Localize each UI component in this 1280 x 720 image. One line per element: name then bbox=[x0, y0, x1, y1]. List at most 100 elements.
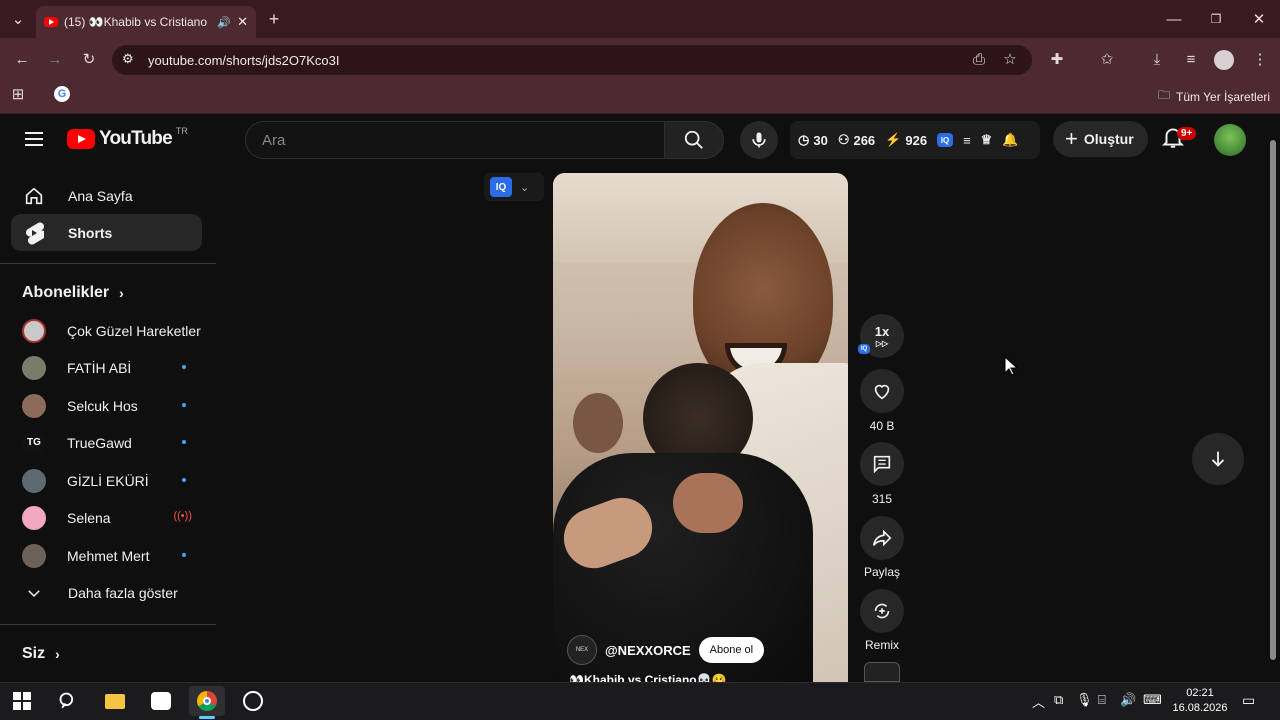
show-more-button[interactable]: Daha fazla göster bbox=[11, 574, 202, 611]
microphone-icon[interactable]: 🎙 bbox=[1076, 692, 1093, 708]
file-explorer-icon[interactable] bbox=[97, 686, 133, 716]
tray-app-icon[interactable]: ⧉ bbox=[1054, 692, 1063, 708]
channel-avatar bbox=[22, 393, 46, 418]
audio-source-thumbnail[interactable] bbox=[864, 662, 900, 682]
network-icon[interactable]: ⌸ bbox=[1098, 692, 1106, 708]
clock[interactable]: 02:21 16.08.2026 bbox=[1172, 686, 1228, 716]
reload-icon[interactable]: ↻ bbox=[77, 47, 101, 71]
account-avatar[interactable] bbox=[1214, 124, 1246, 156]
bookmark-star-icon[interactable]: ☆ bbox=[998, 47, 1022, 71]
restore-icon[interactable]: ❐ bbox=[1204, 7, 1228, 31]
chevron-right-icon: › bbox=[55, 646, 60, 662]
iq-extension-dropdown[interactable]: IQ ⌄ bbox=[484, 173, 544, 201]
search-input[interactable]: Ara bbox=[245, 121, 665, 159]
remix-button[interactable] bbox=[860, 589, 904, 633]
search-button[interactable] bbox=[664, 121, 724, 159]
active-app-indicator bbox=[199, 716, 215, 719]
keyboard-icon[interactable]: ⌨ bbox=[1143, 692, 1162, 708]
volume-icon[interactable]: 🔊 bbox=[1120, 692, 1136, 708]
create-label: Oluştur bbox=[1083, 131, 1134, 147]
next-short-button[interactable] bbox=[1192, 433, 1244, 485]
subscription-item[interactable]: Mehmet Mert bbox=[11, 537, 202, 574]
subscription-name: GİZLİ EKÜRİ bbox=[67, 472, 149, 489]
channel-avatar[interactable]: NEX bbox=[567, 635, 597, 665]
site-info-icon[interactable]: ⚙ bbox=[122, 51, 134, 67]
back-icon[interactable]: ← bbox=[10, 47, 34, 71]
tab-search-icon[interactable]: ⌄ bbox=[6, 7, 30, 31]
chevron-down-icon bbox=[22, 581, 46, 605]
subscription-item[interactable]: Selena ((•)) bbox=[11, 499, 202, 536]
comments-button[interactable] bbox=[860, 442, 904, 486]
subscriptions-header[interactable]: Abonelikler › bbox=[22, 284, 124, 302]
address-bar[interactable]: ⚙ youtube.com/shorts/jds2O7Kco3I bbox=[112, 45, 1032, 75]
notification-center-icon[interactable]: ▭ bbox=[1242, 692, 1255, 709]
channel-avatar bbox=[22, 318, 46, 343]
hamburger-menu-icon[interactable] bbox=[22, 127, 46, 151]
extensions-icon[interactable]: ✚ bbox=[1045, 47, 1069, 71]
clock-time: 02:21 bbox=[1186, 687, 1214, 699]
obs-icon[interactable] bbox=[235, 686, 271, 716]
scrollbar-thumb[interactable] bbox=[1270, 140, 1276, 660]
channel-avatar bbox=[22, 543, 46, 568]
youtube-logo-icon bbox=[67, 129, 95, 149]
you-header[interactable]: Siz › bbox=[22, 645, 60, 663]
install-app-icon[interactable]: ⎙ bbox=[967, 47, 991, 71]
forward-icon[interactable]: → bbox=[43, 47, 67, 71]
comment-count: 315 bbox=[871, 492, 893, 506]
live-icon: ((•)) bbox=[173, 510, 192, 522]
subscription-item[interactable]: TG TrueGawd bbox=[11, 424, 202, 461]
iq-mini-icon: IQ bbox=[858, 344, 870, 354]
close-icon[interactable]: ✕ bbox=[1247, 7, 1271, 31]
apps-grid-icon[interactable]: ⊞ bbox=[6, 82, 30, 106]
subscription-item[interactable]: Çok Güzel Hareketler bbox=[11, 312, 202, 349]
app-icon[interactable] bbox=[143, 686, 179, 716]
logo-text: YouTube bbox=[99, 128, 173, 149]
subscription-item[interactable]: GİZLİ EKÜRİ bbox=[11, 462, 202, 499]
bell-alert-icon[interactable]: 🔔 bbox=[1002, 132, 1018, 148]
create-button[interactable]: + Oluştur bbox=[1053, 121, 1148, 157]
subscribe-button[interactable]: Abone ol bbox=[698, 637, 765, 663]
logo-region: TR bbox=[175, 126, 188, 136]
iq-extension-icon[interactable]: IQ bbox=[937, 133, 954, 147]
short-caption: 👀Khabib vs Cristiano💀🥴 bbox=[569, 673, 727, 682]
channel-handle[interactable]: @NEXXORCE bbox=[605, 643, 691, 658]
all-bookmarks-button[interactable]: 🗀 Tüm Yer İşaretleri bbox=[1158, 86, 1270, 107]
menu-icon[interactable]: ⋮ bbox=[1248, 47, 1272, 71]
minimize-icon[interactable]: — bbox=[1162, 7, 1186, 31]
subscription-item[interactable]: Selcuk Hos bbox=[11, 387, 202, 424]
notification-badge: 9+ bbox=[1177, 127, 1197, 140]
bookmarks-bar bbox=[0, 80, 1280, 114]
subscriptions-title: Abonelikler bbox=[22, 284, 110, 301]
user-icon: ⚇ bbox=[837, 132, 850, 147]
search-icon[interactable] bbox=[50, 686, 86, 716]
short-actions: 1x ▷▷ IQ 40 B 315 Paylaş Remix bbox=[858, 310, 906, 690]
tab-close-icon[interactable]: ✕ bbox=[237, 14, 248, 30]
sidebar-item-shorts[interactable]: Shorts bbox=[11, 214, 202, 251]
list-icon[interactable]: ≡ bbox=[963, 133, 971, 148]
sidebar-item-home[interactable]: Ana Sayfa bbox=[11, 177, 202, 214]
favorites-icon[interactable]: ✩ bbox=[1095, 47, 1119, 71]
new-content-dot bbox=[182, 553, 186, 557]
subscription-item[interactable]: FATİH ABİ bbox=[11, 349, 202, 386]
short-video-player[interactable]: NEX @NEXXORCE Abone ol 👀Khabib vs Cristi… bbox=[553, 173, 848, 682]
channel-avatar bbox=[22, 355, 46, 380]
chrome-taskbar-icon[interactable] bbox=[189, 686, 225, 716]
voice-search-button[interactable] bbox=[740, 121, 778, 159]
tray-chevron-icon[interactable]: ︿ bbox=[1032, 692, 1045, 711]
download-icon[interactable]: ⤓ bbox=[1145, 47, 1169, 71]
audio-icon: 🔊 bbox=[217, 16, 232, 29]
share-button[interactable] bbox=[860, 516, 904, 560]
browser-tab[interactable]: (15) 👀Khabib vs Cristiano 🔊 ✕ bbox=[36, 6, 256, 38]
windows-start-icon[interactable] bbox=[4, 686, 40, 716]
all-bookmarks-label: Tüm Yer İşaretleri bbox=[1176, 89, 1271, 104]
profile-avatar-icon[interactable] bbox=[1214, 50, 1234, 70]
home-icon bbox=[22, 184, 46, 208]
like-button[interactable] bbox=[860, 369, 904, 413]
clock-date: 16.08.2026 bbox=[1172, 702, 1228, 714]
media-control-icon[interactable]: ≡ bbox=[1179, 47, 1203, 71]
youtube-logo[interactable]: YouTube TR bbox=[67, 126, 188, 150]
trophy-icon[interactable]: ♕ bbox=[981, 132, 993, 148]
google-icon[interactable]: G bbox=[54, 86, 70, 102]
subscription-name: Selcuk Hos bbox=[67, 397, 138, 414]
new-tab-button[interactable]: + bbox=[262, 7, 286, 31]
